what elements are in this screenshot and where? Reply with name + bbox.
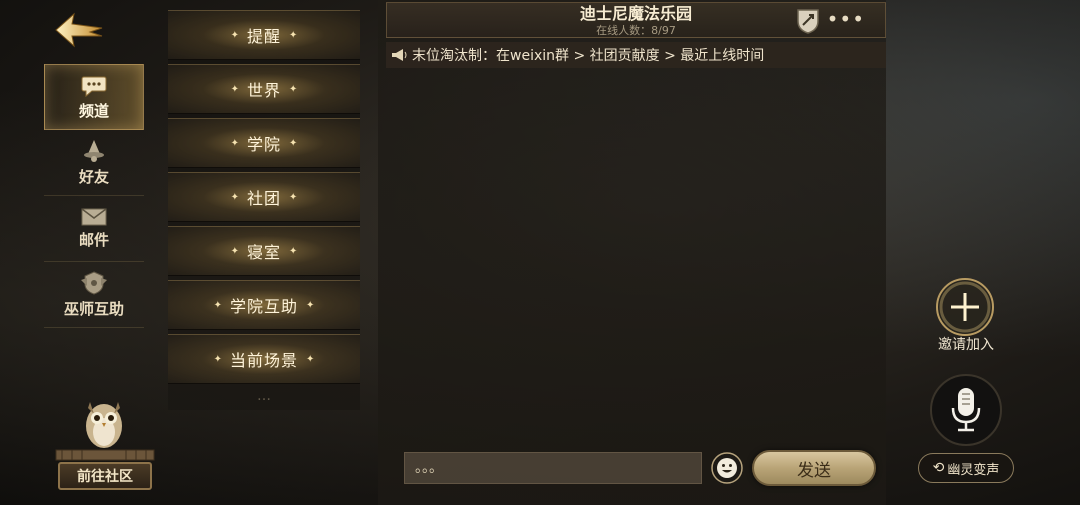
back-button[interactable] — [52, 10, 108, 50]
envelope-icon — [81, 208, 107, 226]
channel-club[interactable]: ✦ 社团 ✦ — [168, 172, 360, 222]
nav-item-channel[interactable]: 频道 — [44, 64, 144, 130]
sparkle-icon: ✦ — [306, 299, 315, 311]
channel-dorm[interactable]: ✦ 寝室 ✦ — [168, 226, 360, 276]
back-arrow-icon — [55, 12, 103, 48]
notice-text: 末位淘汰制：在weixin群 > 社团贡献度 > 最近上线时间 — [412, 48, 765, 64]
channel-reminder[interactable]: ✦ 提醒 ✦ — [168, 10, 360, 60]
voice-input-button[interactable] — [928, 372, 1004, 448]
sparkle-icon: ✦ — [230, 83, 239, 95]
more-options-button[interactable]: ••• — [827, 9, 865, 29]
nav-label: 好友 — [78, 168, 109, 186]
left-nav: 频道 好友 邮件 巫师互助 — [44, 64, 148, 328]
nav-item-wizard-help[interactable]: 巫师互助 — [44, 262, 144, 328]
invite-label: 邀请加入 — [938, 337, 994, 353]
channel-label: 世界 — [246, 81, 281, 100]
channel-label: 学院 — [246, 135, 281, 154]
chat-panel: 迪士尼魔法乐园 在线人数：8/97 ••• 末位淘汰制：在weixin群 > 社… — [378, 0, 886, 505]
sparkle-icon: ✦ — [230, 29, 239, 41]
sparkle-icon: ✦ — [289, 83, 298, 95]
sparkle-icon: ✦ — [289, 29, 298, 41]
channel-current-scene[interactable]: ✦ 当前场景 ✦ — [168, 334, 360, 384]
crest-icon — [81, 271, 107, 295]
sparkle-icon: ✦ — [230, 191, 239, 203]
wizard-hat-icon — [84, 140, 104, 162]
ghost-voice-label: 幽灵变声 — [947, 462, 1000, 478]
channel-college-help[interactable]: ✦ 学院互助 ✦ — [168, 280, 360, 330]
channel-partial[interactable]: … — [168, 388, 360, 408]
nav-label: 巫师互助 — [63, 300, 124, 318]
community-label: 前往社区 — [58, 462, 152, 490]
sparkle-icon: ✦ — [213, 353, 222, 365]
sparkle-icon: ✦ — [289, 191, 298, 203]
channel-label: 学院互助 — [229, 297, 298, 316]
microphone-icon — [930, 374, 1002, 446]
sparkle-icon: ✦ — [289, 137, 298, 149]
megaphone-icon — [392, 49, 407, 61]
channel-list: ✦ 提醒 ✦ ✦ 世界 ✦ ✦ 学院 ✦ ✦ 社团 ✦ ✦ 寝室 ✦ ✦ 学院互… — [168, 10, 360, 410]
channel-college[interactable]: ✦ 学院 ✦ — [168, 118, 360, 168]
channel-label: 社团 — [246, 189, 281, 208]
ghost-voice-button[interactable]: ⟲ 幽灵变声 — [918, 453, 1014, 483]
community-button[interactable]: 前往社区 — [54, 392, 158, 496]
club-emblem-button[interactable] — [795, 7, 821, 35]
pinned-notice: 末位淘汰制：在weixin群 > 社团贡献度 > 最近上线时间 — [386, 42, 886, 68]
nav-label: 邮件 — [78, 231, 109, 249]
channel-world[interactable]: ✦ 世界 ✦ — [168, 64, 360, 114]
shield-emblem-icon — [797, 9, 819, 34]
emoji-button[interactable] — [710, 451, 744, 485]
chat-bubble-icon — [81, 76, 107, 97]
invite-button[interactable] — [934, 276, 996, 338]
chat-header: 迪士尼魔法乐园 在线人数：8/97 ••• — [386, 2, 886, 38]
sparkle-icon: ✦ — [306, 353, 315, 365]
swap-icon: ⟲ — [932, 460, 945, 476]
sparkle-icon: ✦ — [230, 245, 239, 257]
plus-icon — [936, 278, 994, 336]
owl-icon — [55, 402, 155, 461]
smiley-icon — [711, 452, 743, 484]
sparkle-icon: ✦ — [289, 245, 298, 257]
nav-item-mail[interactable]: 邮件 — [44, 196, 144, 262]
sparkle-icon: ✦ — [213, 299, 222, 311]
message-input[interactable]: 。。。 — [404, 452, 702, 484]
channel-label: 提醒 — [246, 27, 281, 46]
channel-label: 寝室 — [246, 243, 281, 262]
nav-label: 频道 — [78, 101, 109, 120]
sparkle-icon: ✦ — [230, 137, 239, 149]
send-button[interactable]: 发送 — [752, 450, 876, 486]
channel-label: 当前场景 — [229, 351, 298, 370]
nav-item-friends[interactable]: 好友 — [44, 130, 144, 196]
